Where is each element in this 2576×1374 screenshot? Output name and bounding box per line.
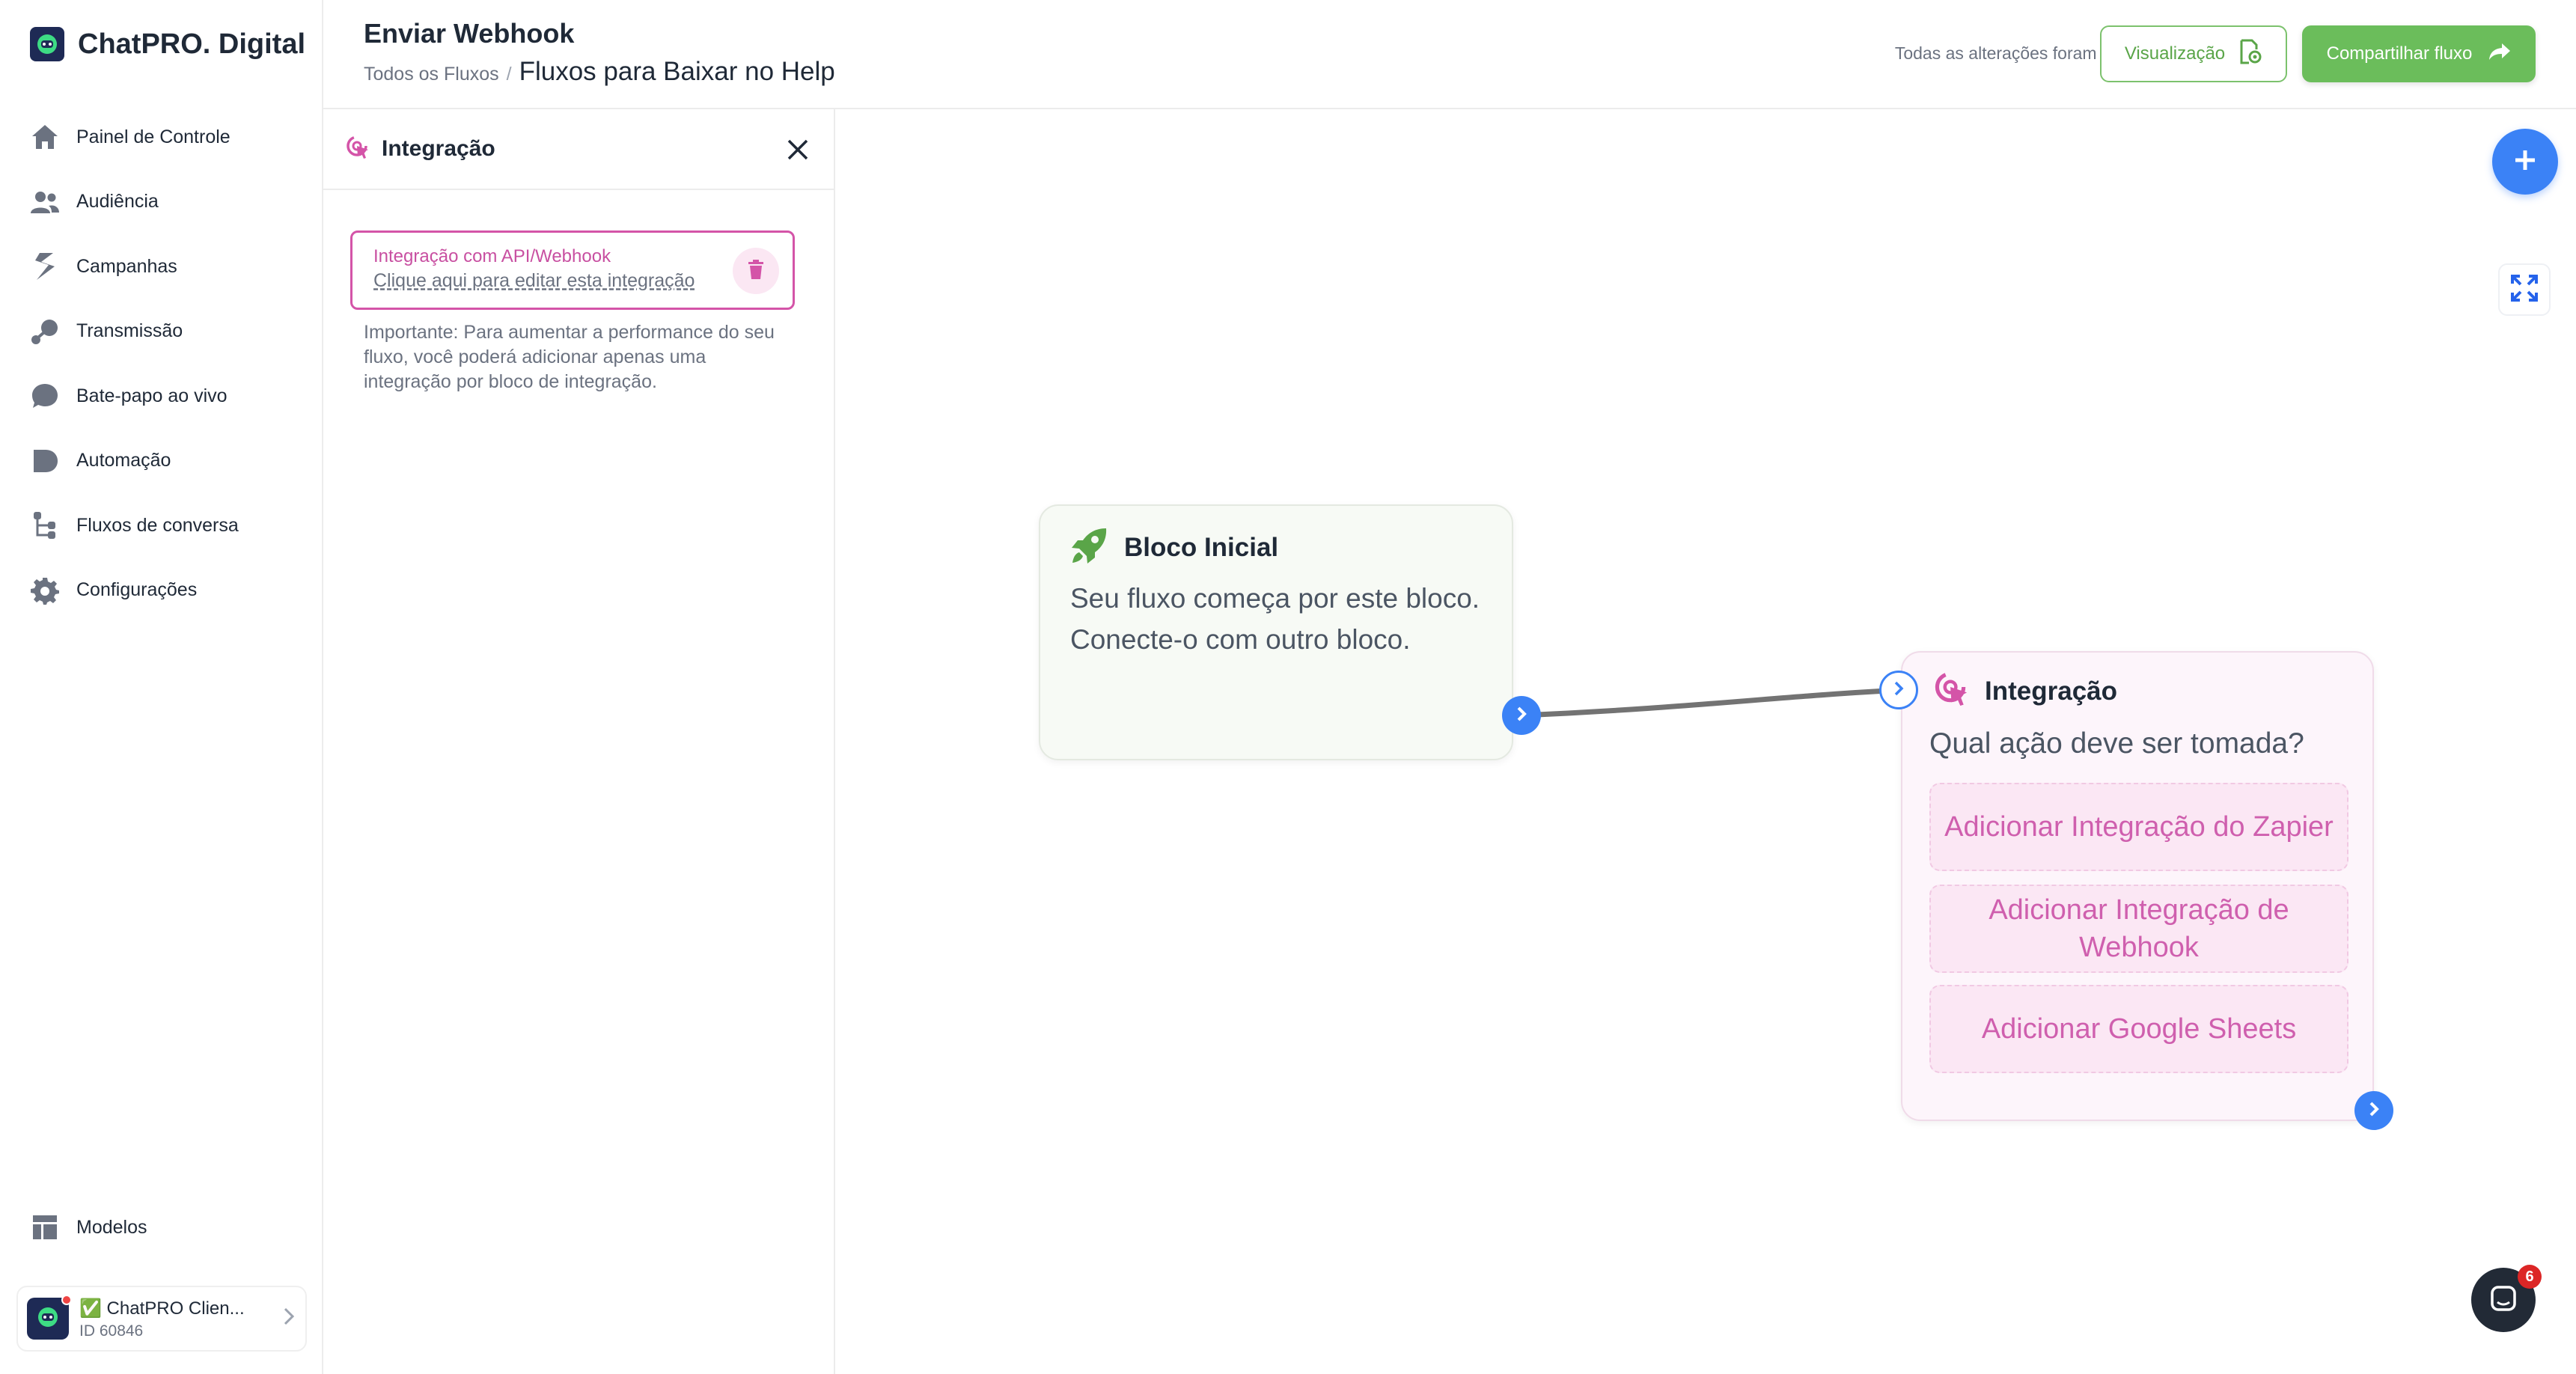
notification-badge: 6 — [2518, 1265, 2542, 1289]
expand-icon — [2509, 273, 2539, 307]
chevron-right-icon — [1891, 680, 1906, 701]
start-block-title: Bloco Inicial — [1124, 532, 1279, 562]
add-zapier-integration-button[interactable]: Adicionar Integração do Zapier — [1929, 783, 2348, 871]
add-block-button[interactable] — [2492, 129, 2558, 195]
start-block-output-handle[interactable] — [1502, 696, 1541, 735]
integration-block-title: Integração — [1985, 676, 2117, 706]
start-block-description: Seu fluxo começa por este bloco. Conecte… — [1070, 583, 1480, 655]
add-google-sheets-button[interactable]: Adicionar Google Sheets — [1929, 985, 2348, 1073]
fit-view-button[interactable] — [2498, 263, 2551, 316]
integration-block-input-handle[interactable] — [1879, 671, 1918, 709]
chevron-right-icon — [1514, 705, 1529, 727]
start-block[interactable]: Bloco Inicial Seu fluxo começa por este … — [1039, 504, 1513, 760]
integration-block-question: Qual ação deve ser tomada? — [1929, 727, 2304, 760]
chat-icon — [2488, 1283, 2518, 1317]
plus-icon — [2512, 147, 2539, 177]
integration-block-output-handle[interactable] — [2354, 1091, 2393, 1130]
rocket-icon — [1070, 527, 1109, 568]
integration-block[interactable]: Integração Qual ação deve ser tomada? Ad… — [1901, 651, 2374, 1121]
integration-block-header: Integração — [1934, 671, 2117, 712]
connection-edge — [1521, 687, 1902, 718]
start-block-header: Bloco Inicial — [1070, 527, 1278, 568]
add-webhook-integration-button[interactable]: Adicionar Integração de Webhook — [1929, 885, 2348, 973]
integration-icon — [1934, 671, 1971, 712]
support-chat-launcher[interactable]: 6 — [2471, 1265, 2542, 1332]
chevron-right-icon — [2366, 1100, 2381, 1122]
